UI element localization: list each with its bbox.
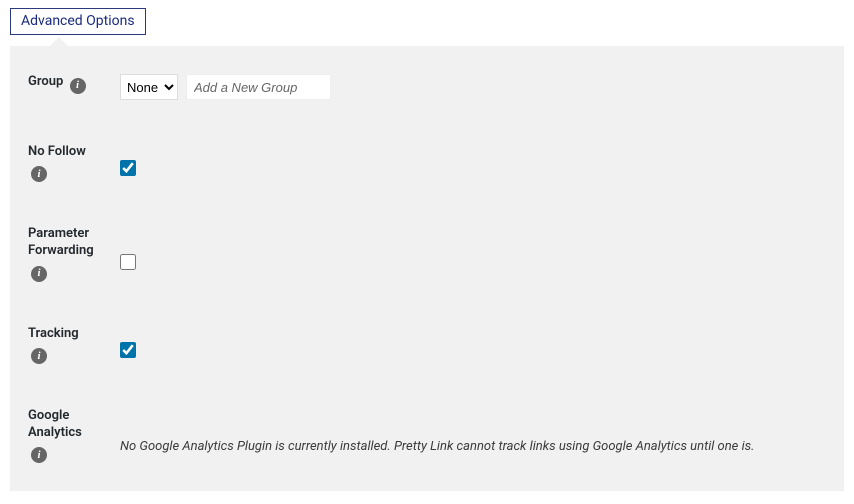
tab-arrow	[50, 37, 68, 46]
google-analytics-note: No Google Analytics Plugin is currently …	[120, 439, 754, 454]
info-icon[interactable]: i	[70, 78, 86, 94]
google-analytics-label: Google Analytics	[28, 408, 120, 442]
no-follow-label: No Follow	[28, 144, 86, 161]
info-icon[interactable]: i	[31, 348, 47, 364]
add-group-input[interactable]	[186, 74, 331, 100]
parameter-forwarding-checkbox[interactable]	[120, 254, 136, 270]
tracking-checkbox[interactable]	[120, 342, 136, 358]
tab-advanced-options[interactable]: Advanced Options	[10, 8, 146, 35]
no-follow-checkbox[interactable]	[120, 160, 136, 176]
info-icon[interactable]: i	[31, 447, 47, 463]
info-icon[interactable]: i	[31, 266, 47, 282]
group-label: Group	[28, 74, 63, 91]
tracking-label: Tracking	[28, 326, 79, 343]
advanced-options-panel: Group i None No Follow i	[10, 46, 844, 491]
info-icon[interactable]: i	[31, 166, 47, 182]
parameter-forwarding-label: Parameter Forwarding	[28, 226, 120, 260]
group-select[interactable]: None	[120, 74, 178, 100]
